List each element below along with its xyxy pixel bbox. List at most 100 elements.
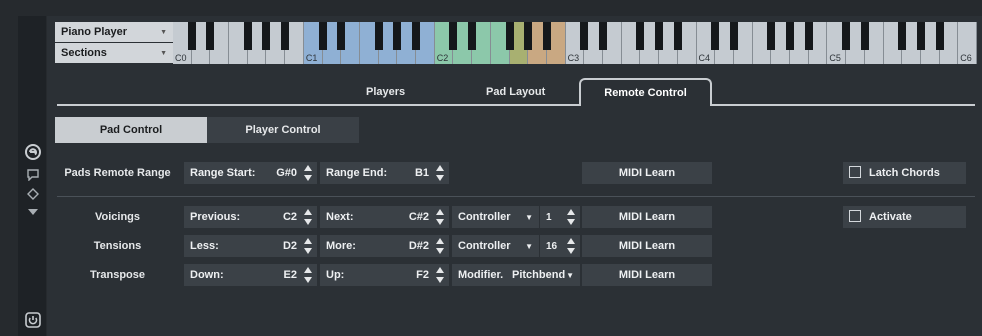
black-key[interactable] bbox=[374, 22, 383, 50]
stepper-icon[interactable] bbox=[566, 238, 576, 254]
range-start-field[interactable]: Range Start: G#0 bbox=[184, 162, 317, 184]
transpose-up-field[interactable]: Up: F2 bbox=[320, 264, 449, 286]
range-end-label: Range End: bbox=[326, 167, 388, 179]
black-key[interactable] bbox=[243, 22, 252, 50]
stepper-icon[interactable] bbox=[303, 238, 313, 254]
voicings-previous-field[interactable]: Previous: C2 bbox=[184, 206, 317, 228]
black-key[interactable] bbox=[580, 22, 589, 50]
octave-label: C3 bbox=[567, 53, 580, 63]
black-key[interactable] bbox=[337, 22, 346, 50]
black-key[interactable] bbox=[393, 22, 402, 50]
sections-select[interactable]: Sections ▼ bbox=[55, 43, 173, 63]
stepper-icon[interactable] bbox=[303, 209, 313, 225]
stepper-icon[interactable] bbox=[566, 209, 576, 225]
transpose-mode2-value: Pitchbend bbox=[512, 269, 566, 281]
activate-checkbox[interactable] bbox=[849, 210, 861, 222]
tensions-label: Tensions bbox=[93, 240, 142, 252]
black-key[interactable] bbox=[262, 22, 271, 50]
stepper-icon[interactable] bbox=[303, 267, 313, 283]
black-key[interactable] bbox=[673, 22, 682, 50]
black-key[interactable] bbox=[898, 22, 907, 50]
black-key[interactable] bbox=[542, 22, 551, 50]
stepper-icon[interactable] bbox=[435, 165, 445, 181]
tag-icon[interactable] bbox=[25, 186, 41, 202]
transpose-down-value: E2 bbox=[283, 269, 297, 281]
player-select[interactable]: Piano Player ▼ bbox=[55, 22, 173, 42]
black-key[interactable] bbox=[916, 22, 925, 50]
black-key[interactable] bbox=[655, 22, 664, 50]
tensions-less-label: Less: bbox=[190, 240, 219, 252]
octave-label: C6 bbox=[960, 53, 972, 63]
voicings-next-value: C#2 bbox=[408, 211, 429, 223]
black-key[interactable] bbox=[729, 22, 738, 50]
black-key[interactable] bbox=[804, 22, 813, 50]
black-key[interactable] bbox=[187, 22, 196, 50]
octave-label: C5 bbox=[829, 53, 841, 63]
tensions-less-field[interactable]: Less: D2 bbox=[184, 235, 317, 257]
activate-toggle[interactable]: Activate bbox=[843, 206, 966, 228]
latch-chords-checkbox[interactable] bbox=[849, 166, 861, 178]
range-midi-learn-button[interactable]: MIDI Learn bbox=[582, 162, 712, 184]
chevron-down-icon: ▼ bbox=[160, 28, 167, 36]
voicings-previous-label: Previous: bbox=[190, 211, 241, 223]
chevron-down-icon: ▼ bbox=[160, 49, 167, 57]
black-key[interactable] bbox=[468, 22, 477, 50]
chevron-down-icon: ▼ bbox=[525, 212, 533, 222]
tab-remote-control[interactable]: Remote Control bbox=[579, 78, 712, 106]
voicings-cc-field[interactable]: 1 bbox=[540, 206, 580, 228]
black-key[interactable] bbox=[449, 22, 458, 50]
tensions-midi-learn-button[interactable]: MIDI Learn bbox=[582, 235, 712, 257]
subtab-player-control[interactable]: Player Control bbox=[207, 117, 359, 143]
tab-underline bbox=[57, 104, 975, 106]
black-key[interactable] bbox=[281, 22, 290, 50]
transpose-mode-select[interactable]: Modifier. Pitchbend ▼ bbox=[452, 264, 580, 286]
stepper-icon[interactable] bbox=[435, 267, 445, 283]
tensions-more-value: D#2 bbox=[408, 240, 429, 252]
triangle-down-icon[interactable] bbox=[25, 204, 41, 220]
divider bbox=[57, 196, 975, 197]
stepper-icon[interactable] bbox=[303, 165, 313, 181]
transpose-midi-learn-button[interactable]: MIDI Learn bbox=[582, 264, 712, 286]
tensions-cc-field[interactable]: 16 bbox=[540, 235, 580, 257]
black-key[interactable] bbox=[842, 22, 851, 50]
subtab-pad-control[interactable]: Pad Control bbox=[55, 117, 207, 143]
latch-chords-label: Latch Chords bbox=[869, 167, 940, 179]
power-icon[interactable] bbox=[25, 312, 41, 328]
black-key[interactable] bbox=[505, 22, 514, 50]
black-key[interactable] bbox=[767, 22, 776, 50]
voicings-next-field[interactable]: Next: C#2 bbox=[320, 206, 449, 228]
voicings-midi-learn-button[interactable]: MIDI Learn bbox=[582, 206, 712, 228]
black-key[interactable] bbox=[599, 22, 608, 50]
comment-icon[interactable] bbox=[25, 167, 41, 183]
sections-select-value: Sections bbox=[61, 47, 107, 59]
black-key[interactable] bbox=[860, 22, 869, 50]
black-key[interactable] bbox=[786, 22, 795, 50]
transpose-down-field[interactable]: Down: E2 bbox=[184, 264, 317, 286]
black-key[interactable] bbox=[318, 22, 327, 50]
tab-pad-layout[interactable]: Pad Layout bbox=[486, 86, 545, 98]
e-logo-icon[interactable] bbox=[25, 144, 41, 160]
player-select-value: Piano Player bbox=[61, 26, 128, 38]
tensions-mode-select[interactable]: Controller ▼ bbox=[452, 235, 539, 257]
voicings-label: Voicings bbox=[94, 211, 141, 223]
black-key[interactable] bbox=[935, 22, 944, 50]
range-end-field[interactable]: Range End: B1 bbox=[320, 162, 449, 184]
tab-players[interactable]: Players bbox=[366, 86, 405, 98]
chevron-down-icon: ▼ bbox=[525, 241, 533, 251]
stepper-icon[interactable] bbox=[435, 238, 445, 254]
latch-chords-toggle[interactable]: Latch Chords bbox=[843, 162, 966, 184]
black-key[interactable] bbox=[524, 22, 533, 50]
black-key[interactable] bbox=[711, 22, 720, 50]
tensions-more-label: More: bbox=[326, 240, 356, 252]
tensions-more-field[interactable]: More: D#2 bbox=[320, 235, 449, 257]
tensions-cc-value: 16 bbox=[546, 240, 558, 252]
voicings-mode-select[interactable]: Controller ▼ bbox=[452, 206, 539, 228]
black-key[interactable] bbox=[412, 22, 421, 50]
transpose-up-value: F2 bbox=[416, 269, 429, 281]
black-key[interactable] bbox=[206, 22, 215, 50]
black-key[interactable] bbox=[636, 22, 645, 50]
tensions-less-value: D2 bbox=[282, 240, 297, 252]
range-end-value: B1 bbox=[414, 167, 429, 179]
stepper-icon[interactable] bbox=[435, 209, 445, 225]
piano-keyboard[interactable]: C0 C1 C2 C3 C4 C5 C6 bbox=[173, 22, 977, 64]
